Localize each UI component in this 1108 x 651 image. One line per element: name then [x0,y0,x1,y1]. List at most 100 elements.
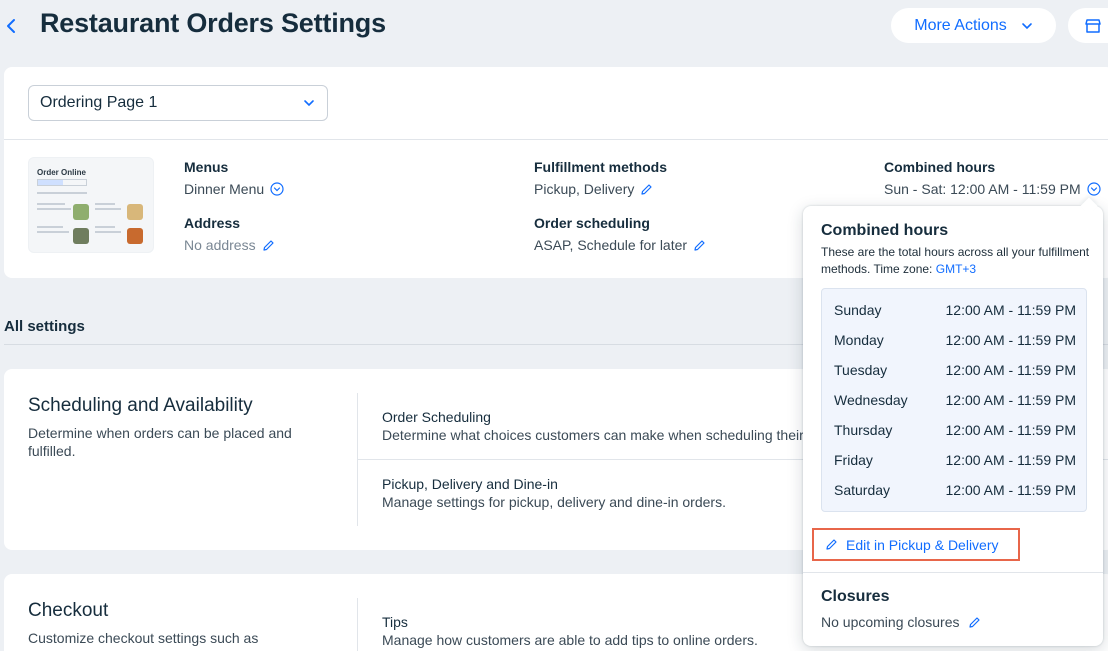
time-range: 12:00 AM - 11:59 PM [945,332,1076,348]
closures-title: Closures [821,588,890,605]
chevron-down-icon [1021,22,1032,29]
day-label: Monday [834,332,884,348]
day-label: Tuesday [834,362,888,378]
scheduling-label: Order scheduling [534,215,650,231]
pencil-icon [641,183,652,195]
thumbnail-line [37,226,63,228]
row-title: Pickup, Delivery and Dine-in [382,476,558,492]
menus-label: Menus [184,159,229,175]
time-range: 12:00 AM - 11:59 PM [945,392,1076,408]
time-range: 12:00 AM - 11:59 PM [945,422,1076,438]
chevron-left-icon [7,19,15,33]
page-header: Restaurant Orders Settings More Actions [0,0,1108,52]
hours-list: Sunday 12:00 AM - 11:59 PM Monday 12:00 … [821,288,1087,512]
more-actions-label: More Actions [914,16,1007,34]
edit-scheduling-button[interactable] [693,239,706,252]
address-label: Address [184,215,241,231]
chevron-down-icon [304,100,314,107]
scheduling-section-title: Scheduling and Availability [28,395,253,416]
pencil-icon [826,539,837,550]
popover-title: Combined hours [821,222,949,239]
page-title: Restaurant Orders Settings [40,8,386,38]
time-range: 12:00 AM - 11:59 PM [945,482,1076,498]
row-title: Tips [382,614,408,630]
back-button[interactable] [0,12,22,40]
pencil-icon [694,239,705,251]
view-store-button[interactable] [1068,8,1108,43]
day-label: Wednesday [834,392,908,408]
combined-hours-value-text: Sun - Sat: 12:00 AM - 11:59 PM [884,181,1081,197]
hours-row: Thursday 12:00 AM - 11:59 PM [834,415,1076,445]
edit-closures-button[interactable] [968,616,981,629]
thumbnail-line [95,208,121,210]
edit-link-label: Edit in Pickup & Delivery [846,536,999,553]
pencil-icon [968,616,980,628]
scheduling-value: ASAP, Schedule for later [534,237,706,253]
divider [803,572,1103,573]
thumbnail-dish [127,204,143,220]
fulfillment-value-text: Pickup, Delivery [534,181,635,197]
hours-row: Friday 12:00 AM - 11:59 PM [834,445,1076,475]
store-icon [1085,18,1101,33]
closures-value: No upcoming closures [821,614,981,630]
scheduling-value-text: ASAP, Schedule for later [534,237,688,253]
day-label: Sunday [834,302,882,318]
combined-hours-label: Combined hours [884,159,996,175]
day-label: Saturday [834,482,891,498]
edit-fulfillment-button[interactable] [640,183,653,196]
thumbnail-tabs [37,179,87,186]
ordering-page-select[interactable]: Ordering Page 1 [28,85,328,121]
timezone-value: GMT+3 [935,262,977,276]
time-range: 12:00 AM - 11:59 PM [945,302,1076,318]
address-value: No address [184,237,275,253]
thumbnail-line [95,226,115,228]
more-actions-button[interactable]: More Actions [891,8,1056,43]
thumbnail-line [37,203,65,205]
checkout-section-desc: Customize checkout settings such as [28,630,259,646]
combined-hours-expand-button[interactable] [1087,182,1101,196]
edit-pickup-delivery-link[interactable]: Edit in Pickup & Delivery [812,528,1020,561]
time-range: 12:00 AM - 11:59 PM [945,452,1076,468]
checkout-section-title: Checkout [28,600,109,621]
thumbnail-line [37,208,71,210]
thumbnail-title: Order Online [37,168,86,177]
thumbnail-line [95,203,115,205]
hours-row: Sunday 12:00 AM - 11:59 PM [834,295,1076,325]
hours-row: Wednesday 12:00 AM - 11:59 PM [834,385,1076,415]
menus-value: Dinner Menu [184,181,284,197]
address-value-text: No address [184,237,256,253]
chevron-circle-down-icon [1087,182,1101,196]
all-settings-heading: All settings [4,318,85,335]
row-desc: Manage settings for pickup, delivery and… [382,494,726,510]
thumbnail-line [37,231,69,233]
scheduling-section-desc: Determine when orders can be placed and … [28,425,292,459]
row-desc: Manage how customers are able to add tip… [382,632,758,648]
hours-row: Saturday 12:00 AM - 11:59 PM [834,475,1076,505]
row-desc: Determine what choices customers can mak… [382,427,852,443]
thumbnail-line [37,192,87,194]
combined-hours-popover: Combined hours These are the total hours… [803,197,1103,646]
edit-address-button[interactable] [262,239,275,252]
divider [4,139,1108,140]
row-title: Order Scheduling [382,409,491,425]
chevron-circle-down-icon [270,182,284,196]
menus-value-text: Dinner Menu [184,181,265,197]
thumbnail-dish [73,228,89,244]
thumbnail-dish [127,228,143,244]
day-label: Thursday [834,422,893,438]
combined-hours-value: Sun - Sat: 12:00 AM - 11:59 PM [884,181,1101,197]
time-range: 12:00 AM - 11:59 PM [945,362,1076,378]
fulfillment-label: Fulfillment methods [534,159,667,175]
closures-value-text: No upcoming closures [821,614,960,630]
popover-desc: These are the total hours across all you… [821,244,1091,278]
ordering-page-thumbnail: Order Online [28,157,154,253]
hours-row: Tuesday 12:00 AM - 11:59 PM [834,355,1076,385]
menus-expand-button[interactable] [270,182,284,196]
hours-row: Monday 12:00 AM - 11:59 PM [834,325,1076,355]
day-label: Friday [834,452,873,468]
ordering-page-select-value: Ordering Page 1 [40,94,158,111]
thumbnail-line [95,231,121,233]
thumbnail-dish [73,204,89,220]
pencil-icon [262,239,274,251]
fulfillment-value: Pickup, Delivery [534,181,653,197]
